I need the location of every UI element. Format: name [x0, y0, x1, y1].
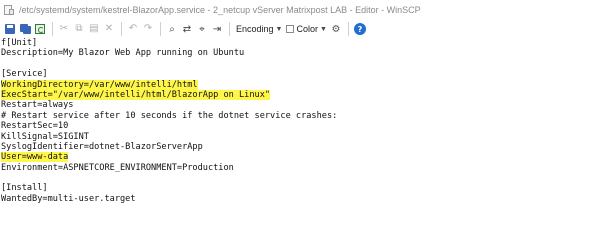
replace-button[interactable]: ⇄ [180, 22, 194, 36]
line-text: [Service] [1, 69, 48, 80]
code-line[interactable]: ExecStart="/var/www/intelli/html/BlazorA… [1, 89, 600, 100]
go-to-line-button[interactable]: ⇥ [210, 22, 224, 36]
line-text: f[Unit] [1, 38, 38, 48]
highlighted-text: WorkingDirectory=/var/www/intelli/html [1, 79, 198, 90]
line-text: # Restart service after 10 seconds if th… [1, 110, 338, 121]
code-line[interactable]: [Install] [1, 183, 600, 193]
copy-button[interactable]: ⧉ [72, 22, 86, 36]
editor-window: /etc/systemd/system/kestrel-BlazorApp.se… [0, 0, 600, 245]
reload-icon [35, 24, 45, 34]
save-all-button[interactable] [18, 22, 32, 36]
find-next-icon: ⌖ [199, 23, 205, 35]
undo-button[interactable]: ↶ [126, 22, 140, 36]
replace-icon: ⇄ [182, 23, 192, 35]
line-text: Environment=ASPNETCORE_ENVIRONMENT=Produ… [1, 162, 234, 173]
save-icon [5, 24, 15, 34]
gear-icon: ⚙ [331, 23, 341, 35]
paste-button[interactable]: ▤ [87, 22, 101, 36]
paste-icon: ▤ [89, 23, 99, 34]
toolbar-separator [160, 22, 161, 36]
line-text: Description=My Blazor Web App running on… [1, 48, 245, 59]
toolbar-separator [121, 22, 122, 36]
window-title: /etc/systemd/system/kestrel-BlazorApp.se… [19, 5, 421, 15]
toolbar: ✂ ⧉ ▤ ✕ ↶ ↷ ⌕ ⇄ ⌖ ⇥ Encoding ▼ Color ▼ ⚙… [0, 20, 600, 38]
help-icon: ? [353, 23, 366, 35]
chevron-down-icon: ▼ [319, 25, 327, 33]
find-button[interactable]: ⌕ [165, 22, 179, 36]
cut-button[interactable]: ✂ [57, 22, 71, 36]
toolbar-separator [52, 22, 53, 36]
find-icon: ⌕ [169, 23, 175, 35]
code-line[interactable]: WantedBy=multi-user.target [1, 194, 600, 204]
reload-button[interactable] [33, 22, 47, 36]
code-line[interactable]: Description=My Blazor Web App running on… [1, 48, 600, 58]
color-checkbox[interactable] [286, 25, 295, 33]
code-line[interactable]: KillSignal=SIGINT [1, 132, 600, 142]
line-text: [Install] [1, 183, 48, 194]
preferences-button[interactable]: ⚙ [329, 22, 343, 36]
cut-icon: ✂ [59, 23, 69, 34]
document-icon [4, 4, 15, 16]
text-editor-area[interactable]: f[Unit] Description=My Blazor Web App run… [0, 38, 600, 245]
code-line[interactable]: WorkingDirectory=/var/www/intelli/html [1, 79, 600, 90]
code-line[interactable]: [Service] [1, 69, 600, 79]
code-line[interactable] [1, 173, 600, 183]
code-content[interactable]: f[Unit] Description=My Blazor Web App run… [0, 38, 600, 204]
code-line[interactable]: User=www-data [1, 152, 600, 163]
code-line[interactable]: SyslogIdentifier=dotnet-BlazorServerApp [1, 142, 600, 152]
code-line[interactable]: # Restart service after 10 seconds if th… [1, 111, 600, 121]
go-to-line-icon: ⇥ [212, 23, 222, 35]
delete-icon: ✕ [104, 23, 114, 34]
encoding-dropdown[interactable]: Encoding ▼ [234, 22, 284, 36]
color-label: Color [296, 24, 318, 34]
line-text: WantedBy=multi-user.target [1, 193, 136, 204]
code-line[interactable]: RestartSec=10 [1, 121, 600, 131]
line-text: RestartSec=10 [1, 121, 69, 132]
redo-button[interactable]: ↷ [141, 22, 155, 36]
toolbar-separator [229, 22, 230, 36]
line-text: KillSignal=SIGINT [1, 131, 89, 142]
save-button[interactable] [3, 22, 17, 36]
line-text: Restart=always [1, 100, 74, 111]
highlighted-text: User=www-data [1, 152, 69, 163]
encoding-label: Encoding [236, 24, 274, 34]
save-all-icon [19, 24, 31, 34]
help-button[interactable]: ? [353, 22, 367, 36]
chevron-down-icon: ▼ [275, 25, 283, 33]
code-line[interactable]: f[Unit] [1, 38, 600, 48]
code-line[interactable]: Restart=always [1, 100, 600, 110]
copy-icon: ⧉ [75, 23, 83, 34]
color-dropdown[interactable]: Color ▼ [284, 22, 328, 36]
toolbar-separator [347, 22, 349, 36]
code-line[interactable]: Environment=ASPNETCORE_ENVIRONMENT=Produ… [1, 163, 600, 173]
highlighted-text: ExecStart="/var/www/intelli/html/BlazorA… [1, 89, 271, 100]
undo-icon: ↶ [128, 23, 138, 34]
code-line[interactable] [1, 59, 600, 69]
title-bar: /etc/systemd/system/kestrel-BlazorApp.se… [0, 0, 600, 20]
line-text: SyslogIdentifier=dotnet-BlazorServerApp [1, 141, 203, 152]
redo-icon: ↷ [143, 23, 153, 34]
delete-button[interactable]: ✕ [102, 22, 116, 36]
find-next-button[interactable]: ⌖ [195, 22, 209, 36]
